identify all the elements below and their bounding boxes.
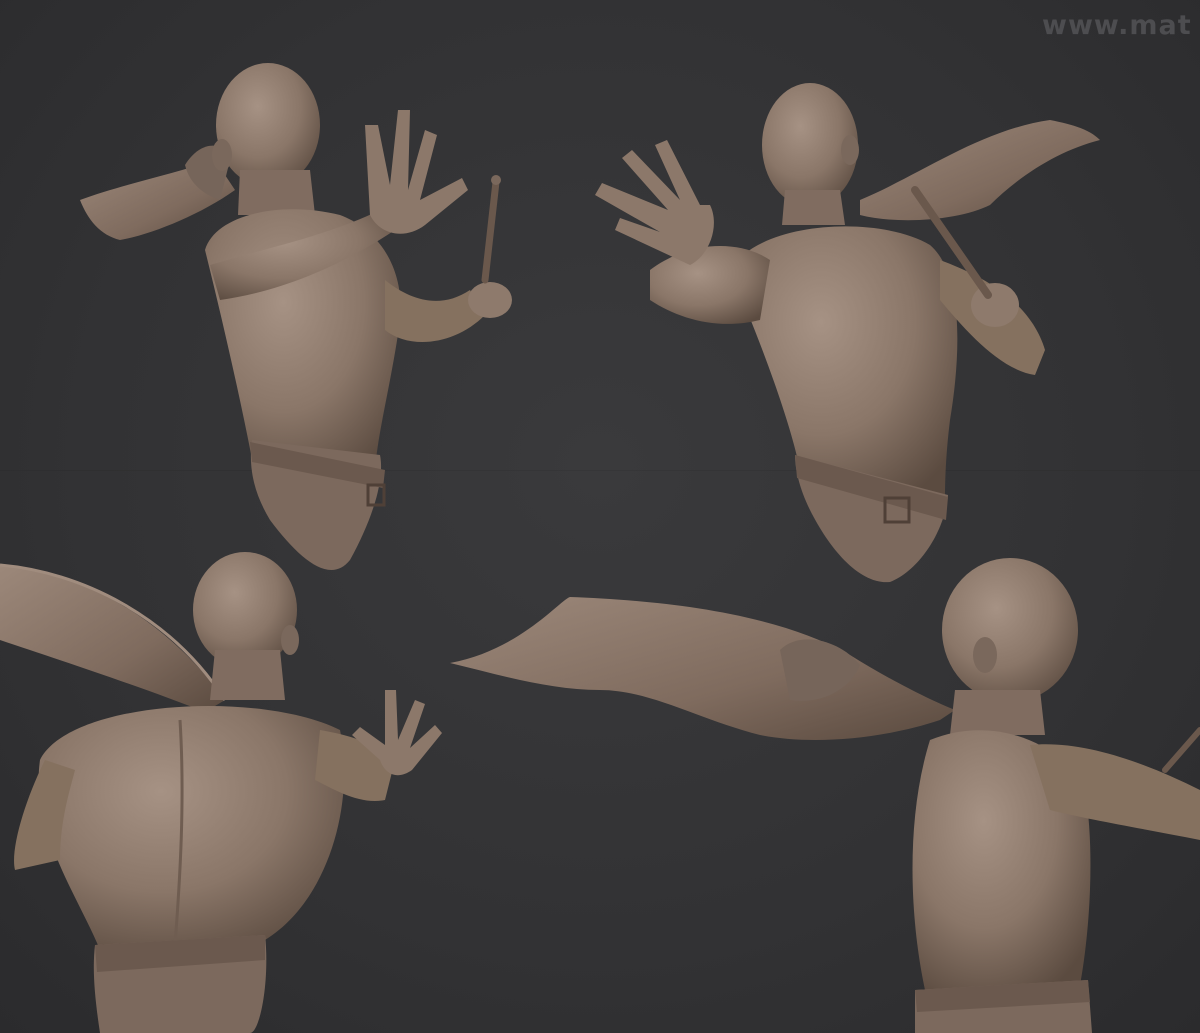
- open-hand: [595, 140, 714, 265]
- right-arm: [650, 246, 770, 324]
- front-right-view: [595, 83, 1100, 583]
- wand-star-tip: [491, 175, 501, 185]
- ear: [973, 637, 997, 673]
- head: [942, 558, 1078, 702]
- neck: [238, 170, 315, 215]
- front-three-quarter-view: [80, 63, 512, 571]
- side-profile-view: [450, 558, 1200, 1033]
- head: [216, 63, 320, 187]
- cape: [450, 597, 955, 740]
- left-arm: [385, 280, 485, 342]
- magic-wand: [481, 178, 500, 284]
- neck: [782, 190, 845, 225]
- back-torso: [38, 706, 345, 950]
- open-hand: [365, 110, 468, 234]
- ear: [281, 625, 299, 655]
- back-view: [0, 552, 442, 1033]
- magic-wand: [1162, 727, 1200, 773]
- cape: [0, 565, 225, 712]
- sculpt-render: [0, 63, 1200, 1033]
- neck: [950, 690, 1045, 735]
- cape: [860, 120, 1100, 221]
- ear: [212, 139, 232, 171]
- neck: [210, 650, 285, 700]
- ear: [841, 135, 859, 165]
- wand-hand: [971, 283, 1019, 327]
- watermark: www.mat: [1042, 10, 1192, 41]
- wand-hand: [468, 282, 512, 318]
